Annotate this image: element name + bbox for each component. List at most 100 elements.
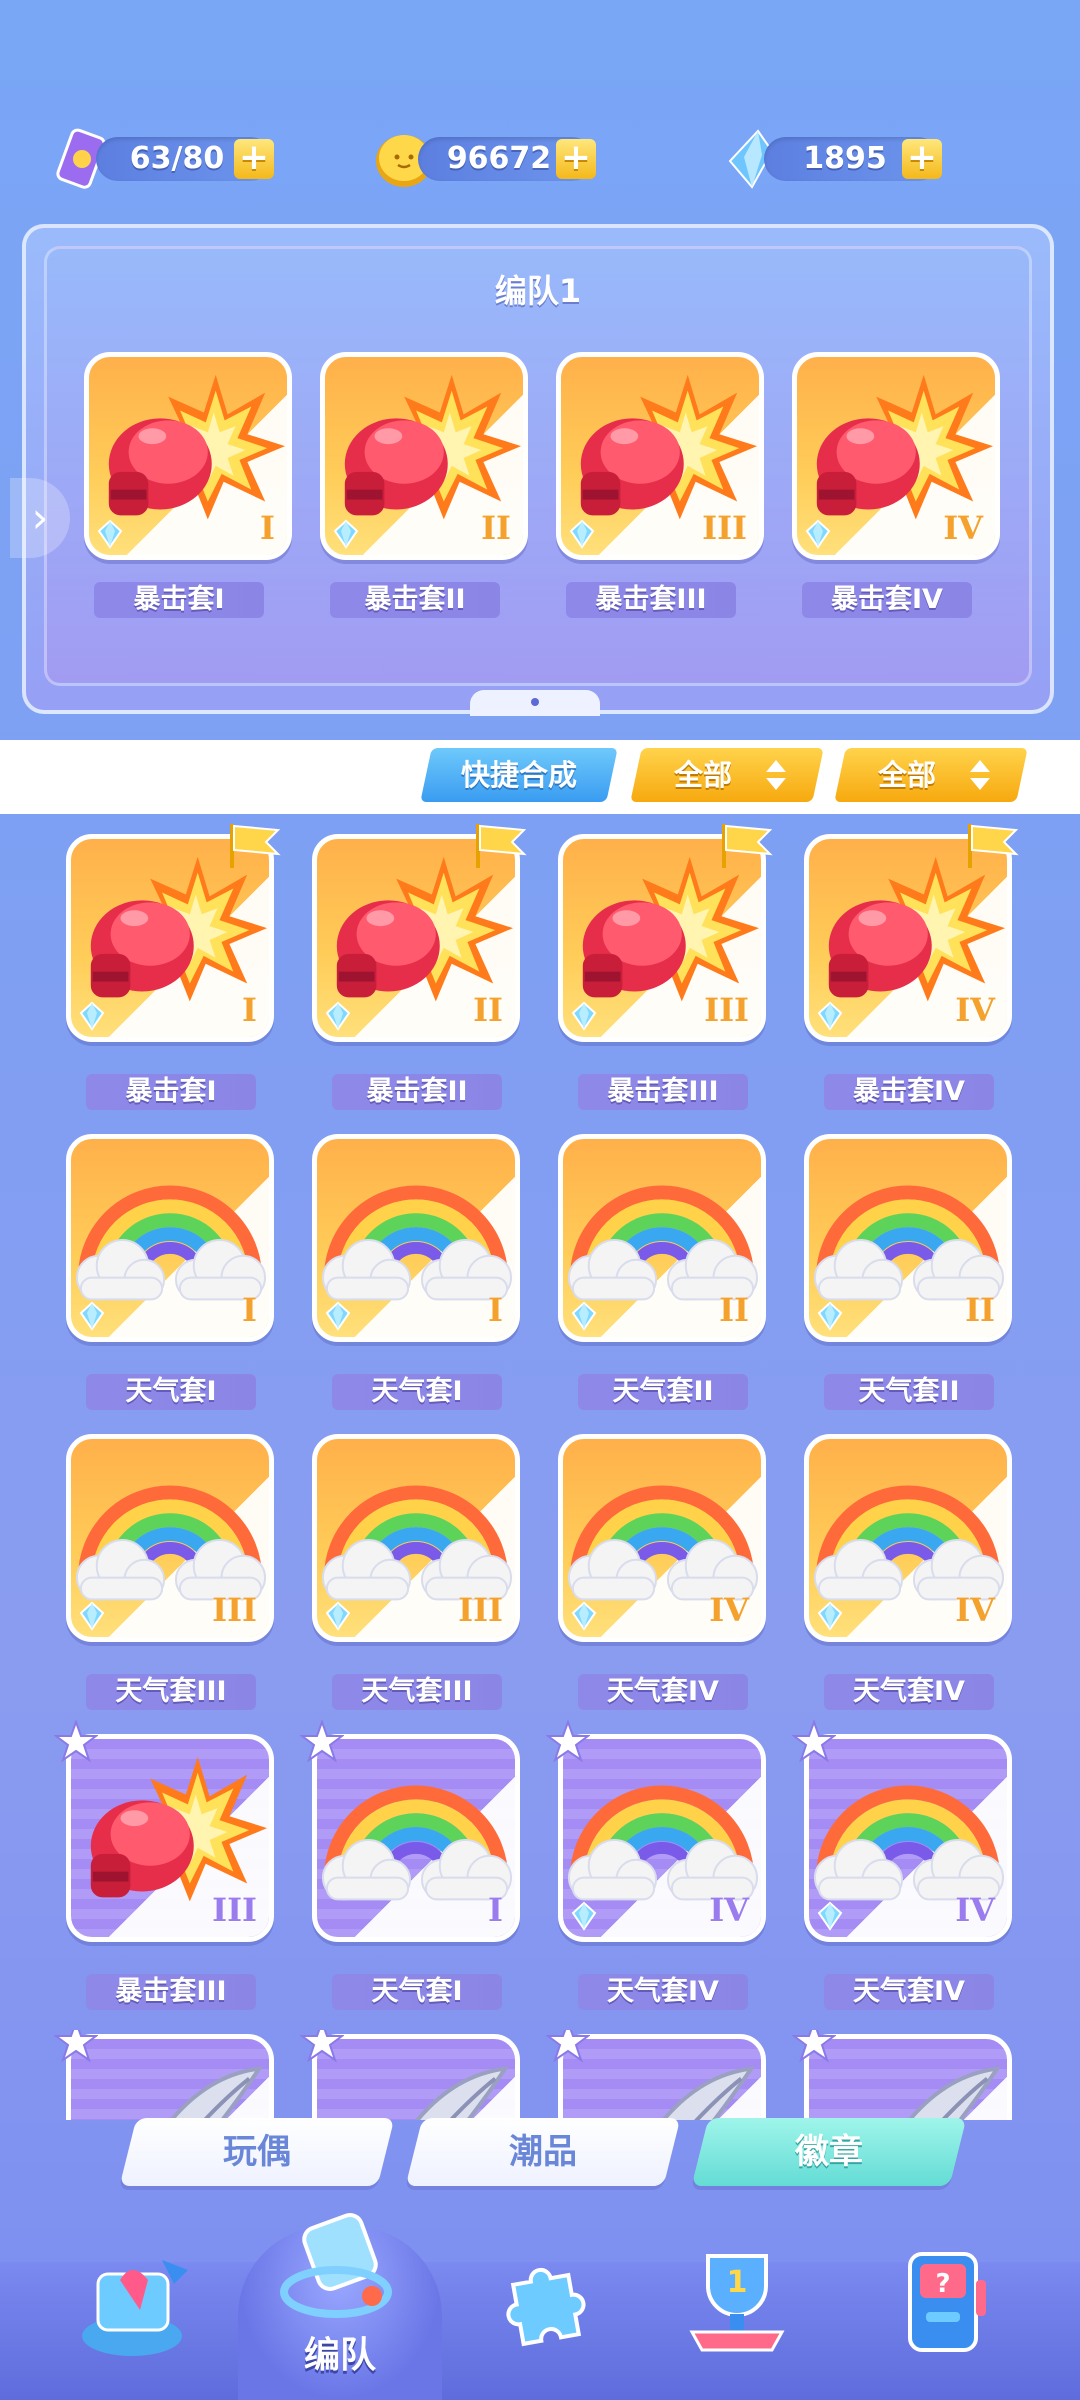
flag-icon xyxy=(721,823,771,869)
feather-icon xyxy=(128,2066,262,2120)
badge-name: 天气套IV xyxy=(824,1974,994,2010)
badge-name: 暴击套III xyxy=(566,582,736,618)
tier-numeral: IV xyxy=(955,1891,995,1929)
badge-card[interactable]: IV xyxy=(558,1734,766,1942)
badge-card[interactable]: III xyxy=(312,1434,520,1642)
feather-icon xyxy=(620,2066,754,2120)
team-title: 编队1 xyxy=(494,272,582,310)
badge-name: 天气套IV xyxy=(824,1674,994,1710)
badge-card[interactable]: III xyxy=(66,1434,274,1642)
badge-card[interactable]: II xyxy=(804,1134,1012,1342)
sort-arrows-icon xyxy=(970,760,990,790)
badge-name: 天气套I xyxy=(86,1374,256,1410)
gem-icon xyxy=(806,520,830,548)
gem-icon xyxy=(572,1302,596,1330)
badge-card[interactable]: IV xyxy=(792,352,1000,560)
tier-numeral: III xyxy=(704,991,749,1029)
gacha-machine-icon[interactable]: ? xyxy=(880,2240,1010,2370)
badge-card[interactable]: III xyxy=(556,352,764,560)
star-icon xyxy=(301,2030,343,2061)
tier-numeral: II xyxy=(473,991,503,1029)
badge-name: 天气套IV xyxy=(578,1974,748,2010)
shop-icon[interactable] xyxy=(70,2240,200,2370)
badge-name: 暴击套III xyxy=(86,1974,256,2010)
tier-numeral: IV xyxy=(955,1591,995,1629)
add-coins-button[interactable]: + xyxy=(556,139,596,179)
badge-name: 暴击套IV xyxy=(802,582,972,618)
nav-active-label: 编队 xyxy=(303,2335,376,2376)
filter-bar: 快捷合成 全部 全部 xyxy=(0,740,1080,814)
badge-card[interactable]: I xyxy=(66,1134,274,1342)
badge-card[interactable]: II xyxy=(320,352,528,560)
badge-name: 暴击套II xyxy=(332,1074,502,1110)
tier-numeral: III xyxy=(212,1591,257,1629)
gem-icon xyxy=(334,520,358,548)
tier-numeral: III xyxy=(212,1891,257,1929)
badge-name: 天气套II xyxy=(578,1374,748,1410)
puzzle-icon[interactable] xyxy=(478,2250,608,2370)
tier-numeral: II xyxy=(481,509,511,547)
badge-name: 天气套IV xyxy=(578,1674,748,1710)
badge-name: 天气套III xyxy=(332,1674,502,1710)
tab-trendy[interactable]: 潮品 xyxy=(405,2118,681,2186)
trophy-icon[interactable]: 1 xyxy=(672,2236,802,2366)
star-icon xyxy=(793,1721,835,1761)
add-stamina-button[interactable]: + xyxy=(234,139,274,179)
gem-icon xyxy=(818,1902,842,1930)
badge-name: 暴击套I xyxy=(86,1074,256,1110)
badge-name: 天气套II xyxy=(824,1374,994,1410)
whistle-icon[interactable] xyxy=(262,2200,412,2330)
tier-numeral: II xyxy=(965,1291,995,1329)
flag-icon xyxy=(229,823,279,869)
badge-name: 暴击套III xyxy=(578,1074,748,1110)
filter-dropdown-2[interactable]: 全部 xyxy=(834,748,1028,802)
badge-card[interactable]: IV xyxy=(804,1734,1012,1942)
badge-card[interactable]: I xyxy=(312,1734,520,1942)
tier-numeral: III xyxy=(458,1591,503,1629)
badge-card[interactable]: I xyxy=(84,352,292,560)
filter-dropdown-1[interactable]: 全部 xyxy=(630,748,824,802)
tier-numeral: IV xyxy=(943,509,983,547)
tab-dolls[interactable]: 玩偶 xyxy=(119,2118,395,2186)
tier-numeral: IV xyxy=(709,1591,749,1629)
filter-2-label: 全部 xyxy=(878,758,937,792)
badge-card[interactable]: III xyxy=(66,1734,274,1942)
gem-icon xyxy=(818,1002,842,1030)
gem-icon xyxy=(98,520,122,548)
flag-icon xyxy=(967,823,1017,869)
add-gems-button[interactable]: + xyxy=(902,139,942,179)
badge-card[interactable]: I xyxy=(312,1134,520,1342)
tier-numeral: I xyxy=(260,509,275,547)
tab-badges-label: 徽章 xyxy=(795,2132,863,2172)
stamina-value: 63/80 xyxy=(129,141,225,176)
tier-numeral: IV xyxy=(955,991,995,1029)
badge-card[interactable]: II xyxy=(558,1134,766,1342)
star-icon xyxy=(301,1721,343,1761)
badge-card[interactable]: IV xyxy=(558,1434,766,1642)
star-icon xyxy=(55,1721,97,1761)
tier-numeral: I xyxy=(242,1291,257,1329)
sort-arrows-icon xyxy=(766,760,786,790)
badge-name: 暴击套I xyxy=(94,582,264,618)
tier-numeral: I xyxy=(242,991,257,1029)
star-icon xyxy=(55,2030,97,2061)
badge-name: 天气套I xyxy=(332,1374,502,1410)
badge-name: 天气套I xyxy=(332,1974,502,2010)
gem-icon xyxy=(572,1602,596,1630)
tier-numeral: I xyxy=(488,1891,503,1929)
tier-numeral: II xyxy=(719,1291,749,1329)
quick-merge-button[interactable]: 快捷合成 xyxy=(420,748,618,802)
feather-icon xyxy=(374,2066,508,2120)
gem-icon xyxy=(818,1302,842,1330)
tier-numeral: I xyxy=(488,1291,503,1329)
tier-numeral: III xyxy=(702,509,747,547)
partial-row xyxy=(0,2030,1080,2120)
badge-card[interactable]: IV xyxy=(804,1434,1012,1642)
badge-name: 暴击套II xyxy=(330,582,500,618)
tier-numeral: IV xyxy=(709,1891,749,1929)
filter-1-label: 全部 xyxy=(674,758,733,792)
star-icon xyxy=(547,2030,589,2061)
gem-icon xyxy=(326,1602,350,1630)
tab-trendy-label: 潮品 xyxy=(509,2132,577,2172)
tab-badges[interactable]: 徽章 xyxy=(691,2118,967,2186)
